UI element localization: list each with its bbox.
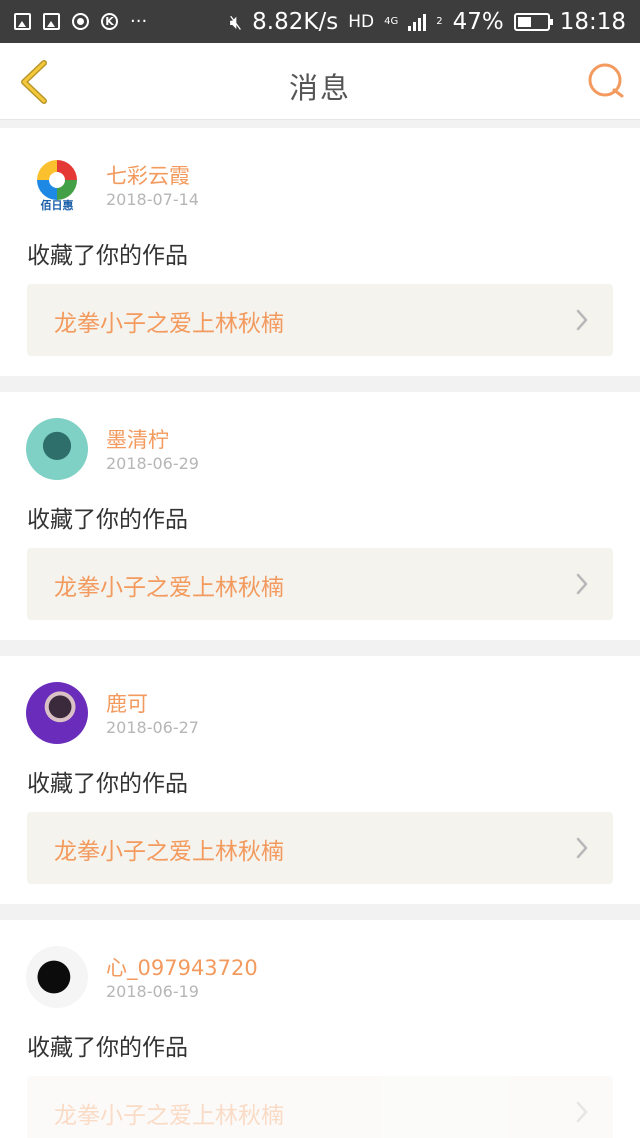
hd-indicator: HD — [348, 11, 375, 32]
message-date: 2018-06-27 — [106, 718, 199, 737]
work-link[interactable]: 龙拳小子之爱上林秋楠 — [27, 284, 613, 356]
network-type: 4G — [384, 15, 399, 27]
message-date: 2018-07-14 — [106, 190, 199, 209]
work-title: 龙拳小子之爱上林秋楠 — [54, 575, 284, 601]
message-card: 鹿可 2018-06-27 收藏了你的作品 龙拳小子之爱上林秋楠 — [0, 656, 640, 904]
message-card: 墨清柠 2018-06-29 收藏了你的作品 龙拳小子之爱上林秋楠 — [0, 392, 640, 640]
chevron-right-icon — [576, 309, 588, 331]
k-app-icon: K — [101, 13, 118, 30]
work-link[interactable]: 龙拳小子之爱上林秋楠 — [27, 812, 613, 884]
logo-text: 佰日惠 — [41, 198, 74, 212]
user-name[interactable]: 鹿可 — [106, 688, 148, 718]
user-name[interactable]: 七彩云霞 — [106, 160, 190, 190]
user-name[interactable]: 心_097943720 — [106, 952, 258, 982]
message-text: 收藏了你的作品 — [27, 1035, 188, 1061]
notification-icons: K ··· — [14, 10, 148, 32]
message-text: 收藏了你的作品 — [27, 507, 188, 533]
user-name[interactable]: 墨清柠 — [106, 424, 169, 454]
message-date: 2018-06-19 — [106, 982, 199, 1001]
avatar[interactable] — [26, 946, 88, 1008]
more-notifications-icon: ··· — [130, 10, 148, 32]
image-icon — [14, 13, 31, 30]
app-header: 消息 — [0, 43, 640, 120]
avatar[interactable]: 佰日惠 — [26, 154, 88, 216]
message-text: 收藏了你的作品 — [27, 771, 188, 797]
message-card: 心_097943720 2018-06-19 收藏了你的作品 龙拳小子之爱上林秋… — [0, 920, 640, 1138]
chevron-right-icon — [576, 1101, 588, 1123]
battery-icon — [513, 12, 553, 31]
gallery-icon — [43, 13, 60, 30]
chevron-right-icon — [576, 573, 588, 595]
battery-level — [517, 16, 531, 27]
clock: 18:18 — [559, 8, 626, 35]
message-date: 2018-06-29 — [106, 454, 199, 473]
message-text: 收藏了你的作品 — [27, 243, 188, 269]
avatar[interactable] — [26, 682, 88, 744]
work-title: 龙拳小子之爱上林秋楠 — [54, 839, 284, 865]
signal-icon — [408, 13, 427, 31]
network-speed: 8.82K/s — [252, 8, 339, 35]
work-link[interactable]: 龙拳小子之爱上林秋楠 — [27, 548, 613, 620]
mute-icon: 🔇︎ — [229, 9, 243, 34]
work-link[interactable]: 龙拳小子之爱上林秋楠 — [27, 1076, 613, 1138]
battery-percent: 47% — [452, 8, 504, 35]
avatar[interactable] — [26, 418, 88, 480]
work-title: 龙拳小子之爱上林秋楠 — [54, 1103, 284, 1129]
status-bar: K ··· 🔇︎ 8.82K/s HD 4G 2 47% 18:18 — [0, 0, 640, 43]
search-icon[interactable] — [586, 61, 626, 101]
chevron-right-icon — [576, 837, 588, 859]
record-icon — [72, 13, 89, 30]
logo-icon: 佰日惠 — [37, 160, 77, 212]
message-card: 佰日惠 七彩云霞 2018-07-14 收藏了你的作品 龙拳小子之爱上林秋楠 — [0, 128, 640, 376]
sim-slot: 2 — [436, 15, 443, 27]
page-title: 消息 — [288, 71, 351, 105]
work-title: 龙拳小子之爱上林秋楠 — [54, 311, 284, 337]
